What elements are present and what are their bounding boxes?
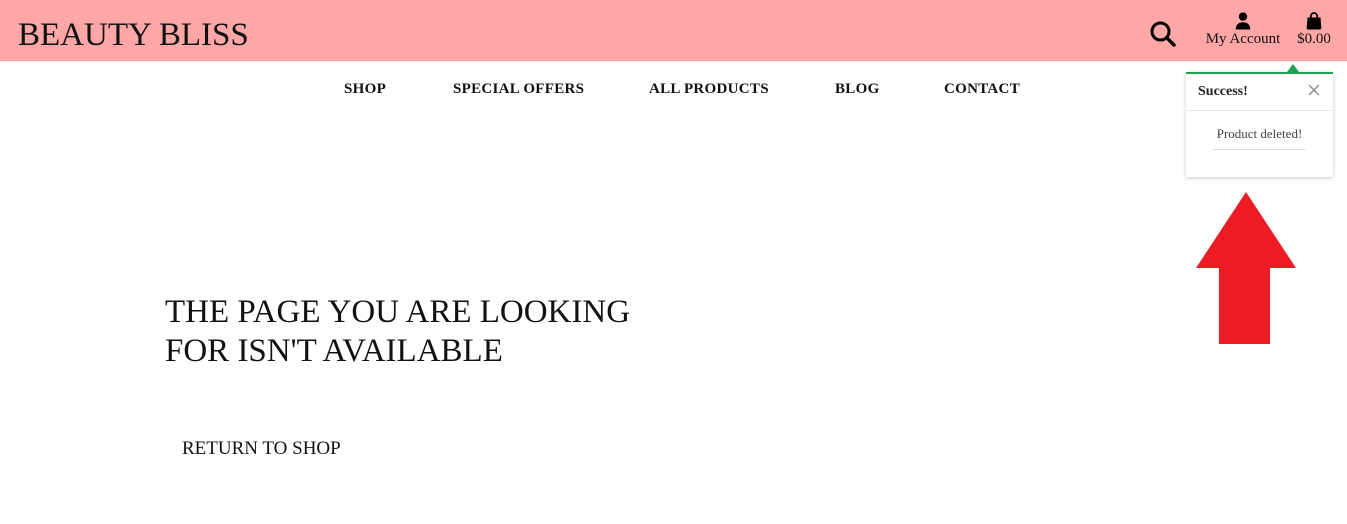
bag-total: $0.00 bbox=[1297, 31, 1331, 47]
heading-line-1: THE PAGE YOU ARE LOOKING bbox=[165, 294, 631, 330]
nav-item-contact[interactable]: CONTACT bbox=[944, 78, 1020, 100]
search-button[interactable] bbox=[1148, 19, 1178, 49]
shopping-bag-icon bbox=[1306, 12, 1322, 30]
page-heading: THE PAGE YOU ARE LOOKING FOR ISN'T AVAIL… bbox=[165, 293, 685, 371]
toast-header: Success! bbox=[1186, 74, 1333, 111]
toast-pointer bbox=[1287, 64, 1299, 72]
toast-divider bbox=[1213, 149, 1306, 150]
my-account-link[interactable]: My Account bbox=[1200, 12, 1286, 56]
user-icon bbox=[1235, 12, 1251, 30]
heading-line-2: FOR ISN'T AVAILABLE bbox=[165, 333, 503, 369]
up-arrow-icon bbox=[1196, 192, 1296, 344]
toast-message: Product deleted! bbox=[1216, 126, 1303, 141]
nav-item-all-products[interactable]: ALL PRODUCTS bbox=[649, 78, 769, 100]
return-to-shop-button[interactable]: RETURN TO SHOP bbox=[170, 432, 353, 466]
brand-logo[interactable]: BEAUTY BLISS bbox=[18, 15, 249, 55]
close-icon[interactable] bbox=[1307, 83, 1321, 97]
nav-item-blog[interactable]: BLOG bbox=[835, 78, 880, 100]
my-account-label: My Account bbox=[1205, 31, 1281, 47]
top-header: BEAUTY BLISS My Account $0.00 bbox=[0, 0, 1347, 61]
search-icon bbox=[1150, 21, 1176, 47]
toast-title: Success! bbox=[1198, 84, 1248, 99]
main-nav: SHOP SPECIAL OFFERS ALL PRODUCTS BLOG CO… bbox=[0, 78, 1347, 102]
nav-item-shop[interactable]: SHOP bbox=[344, 78, 386, 100]
nav-item-special-offers[interactable]: SPECIAL OFFERS bbox=[453, 78, 584, 100]
shopping-bag-link[interactable]: $0.00 bbox=[1292, 12, 1336, 56]
success-toast: Success! Product deleted! bbox=[1186, 64, 1333, 177]
